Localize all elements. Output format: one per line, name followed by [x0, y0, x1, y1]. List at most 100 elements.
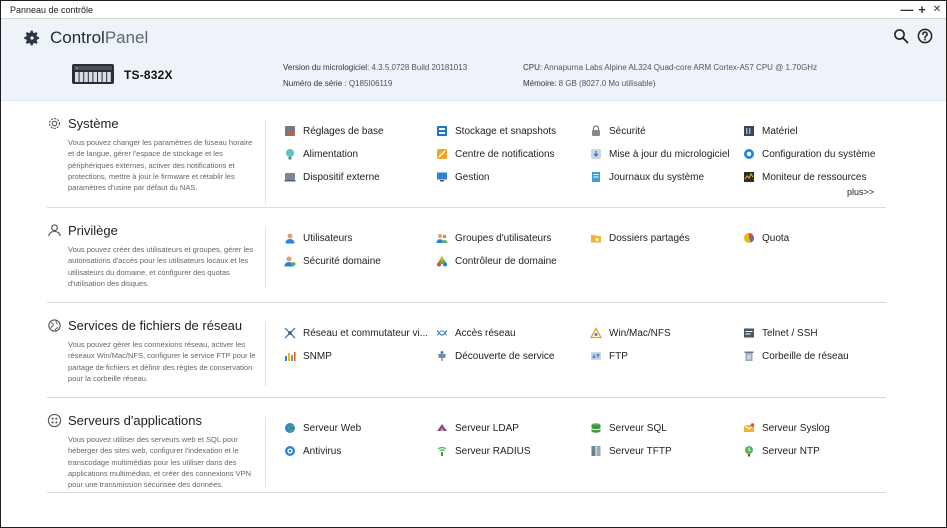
sql-icon: [591, 423, 601, 433]
item-security[interactable]: Sécurité: [590, 123, 646, 139]
item-system-config[interactable]: Configuration du système: [743, 146, 875, 162]
item-sql-server[interactable]: Serveur SQL: [590, 420, 667, 436]
brand-bold: Control: [50, 28, 105, 47]
item-ftp[interactable]: FTP: [590, 348, 628, 364]
item-notification-center[interactable]: Centre de notifications: [436, 146, 555, 162]
firmware-update-icon: [591, 149, 601, 159]
cpu-value: Annapurna Labs Alpine AL324 Quad-core AR…: [543, 63, 818, 72]
item-label: Utilisateurs: [303, 232, 353, 244]
users-icon: [285, 233, 295, 244]
minimize-button[interactable]: —: [900, 1, 914, 18]
help-icon[interactable]: [917, 28, 933, 44]
tftp-icon: [591, 446, 601, 456]
item-syslog-server[interactable]: Serveur Syslog: [743, 420, 830, 436]
item-storage-snapshots[interactable]: Stockage et snapshots: [436, 123, 556, 139]
item-hardware[interactable]: Matériel: [743, 123, 798, 139]
item-label: Groupes d'utilisateurs: [455, 232, 552, 244]
serial-info: Numéro de série : Q185I06119: [283, 79, 392, 88]
ldap-icon: [437, 424, 447, 431]
cpu-info: CPU: Annapurna Labs Alpine AL324 Quad-co…: [523, 63, 817, 72]
item-network-access[interactable]: Accès réseau: [436, 325, 516, 341]
maximize-button[interactable]: +: [915, 1, 929, 18]
network-switch-icon: [284, 327, 296, 339]
memory-value: 8 GB (8027.0 Mo utilisable): [558, 79, 656, 88]
device-model: TS-832X: [124, 68, 173, 82]
item-external-device[interactable]: Dispositif externe: [284, 169, 380, 185]
item-label: Quota: [762, 232, 790, 244]
item-label: Antivirus: [303, 445, 342, 457]
section-divider: [265, 322, 266, 386]
terminal-icon: [744, 328, 754, 338]
item-label: Réglages de base: [303, 125, 384, 137]
firmware-info: Version du micrologiciel: 4.3.5.0728 Bui…: [283, 63, 467, 72]
item-label: Serveur Web: [303, 422, 362, 434]
item-label: Accès réseau: [455, 327, 516, 339]
win-mac-nfs-icon: [590, 327, 602, 339]
item-telnet-ssh[interactable]: Telnet / SSH: [743, 325, 818, 341]
gear-icon: [24, 30, 40, 46]
section-description: Vous pouvez créer des utilisateurs et gr…: [68, 245, 254, 288]
logs-icon: [592, 172, 600, 182]
section-divider: [265, 417, 266, 487]
item-web-server[interactable]: Serveur Web: [284, 420, 361, 436]
item-users[interactable]: Utilisateurs: [284, 230, 352, 246]
item-label: Serveur SQL: [609, 422, 667, 434]
item-network-virtual-switch[interactable]: Réseau et commutateur vi...: [284, 325, 428, 341]
item-quota[interactable]: Quota: [743, 230, 789, 246]
web-server-icon: [285, 423, 295, 433]
item-label: Gestion: [455, 171, 490, 183]
section-divider: [265, 227, 266, 289]
item-label: Contrôleur de domaine: [455, 255, 557, 267]
item-service-discovery[interactable]: Découverte de service: [436, 348, 555, 364]
item-basic-settings[interactable]: Réglages de base: [284, 123, 384, 139]
item-management[interactable]: Gestion: [436, 169, 489, 185]
section-description: Vous pouvez changer les paramètres de fu…: [68, 138, 253, 193]
memory-label: Mémoire:: [523, 79, 557, 88]
more-link[interactable]: plus>>: [847, 187, 874, 197]
serial-label: Numéro de série :: [283, 79, 347, 88]
item-radius-server[interactable]: Serveur RADIUS: [436, 443, 531, 459]
app-brand: Control Panel: [23, 27, 148, 49]
section-title: Serveurs d'applications: [68, 413, 202, 428]
header: Control Panel TS-832X Version du microlog…: [1, 19, 946, 101]
item-label: Dispositif externe: [303, 171, 380, 183]
item-network-recycle-bin[interactable]: Corbeille de réseau: [743, 348, 849, 364]
item-system-logs[interactable]: Journaux du système: [590, 169, 704, 185]
item-snmp[interactable]: SNMP: [284, 348, 332, 364]
item-tftp-server[interactable]: Serveur TFTP: [590, 443, 672, 459]
section-network-file-services: Services de fichiers de réseau Vous pouv…: [47, 318, 886, 398]
item-win-mac-nfs[interactable]: Win/Mac/NFS: [590, 325, 671, 341]
item-resource-monitor[interactable]: Moniteur de ressources: [743, 169, 867, 185]
gear-icon: [48, 117, 61, 130]
item-power[interactable]: Alimentation: [284, 146, 358, 162]
close-button[interactable]: ✕: [930, 1, 944, 18]
title-bar: Panneau de contrôle — + ✕: [1, 1, 946, 19]
brand-light: Panel: [104, 28, 149, 47]
firmware-label: Version du micrologiciel:: [283, 63, 370, 72]
section-privilege: Privilège Vous pouvez créer des utilisat…: [47, 223, 886, 303]
item-antivirus[interactable]: Antivirus: [284, 443, 341, 459]
hardware-icon: [744, 126, 754, 136]
notification-icon: [437, 149, 447, 159]
ftp-icon: [591, 352, 601, 360]
basic-settings-icon: [285, 126, 295, 136]
item-shared-folders[interactable]: Dossiers partagés: [590, 230, 690, 246]
item-ntp-server[interactable]: Serveur NTP: [743, 443, 820, 459]
item-label: Sécurité domaine: [303, 255, 381, 267]
search-icon[interactable]: [893, 28, 909, 44]
memory-info: Mémoire: 8 GB (8027.0 Mo utilisable): [523, 79, 656, 88]
external-device-icon: [284, 173, 296, 182]
section-title: Privilège: [68, 223, 118, 238]
power-icon: [286, 149, 294, 160]
item-firmware-update[interactable]: Mise à jour du micrologiciel: [590, 146, 730, 162]
recycle-bin-icon: [744, 351, 754, 361]
item-domain-security[interactable]: Sécurité domaine: [284, 253, 381, 269]
item-label: Réseau et commutateur vi...: [303, 327, 429, 339]
item-label: Win/Mac/NFS: [609, 327, 671, 339]
item-domain-controller[interactable]: Contrôleur de domaine: [436, 253, 557, 269]
snmp-icon: [285, 352, 296, 361]
section-description: Vous pouvez gérer les connexions réseau,…: [68, 340, 256, 383]
item-user-groups[interactable]: Groupes d'utilisateurs: [436, 230, 551, 246]
item-ldap-server[interactable]: Serveur LDAP: [436, 420, 519, 436]
section-description: Vous pouvez utiliser des serveurs web et…: [68, 435, 252, 490]
